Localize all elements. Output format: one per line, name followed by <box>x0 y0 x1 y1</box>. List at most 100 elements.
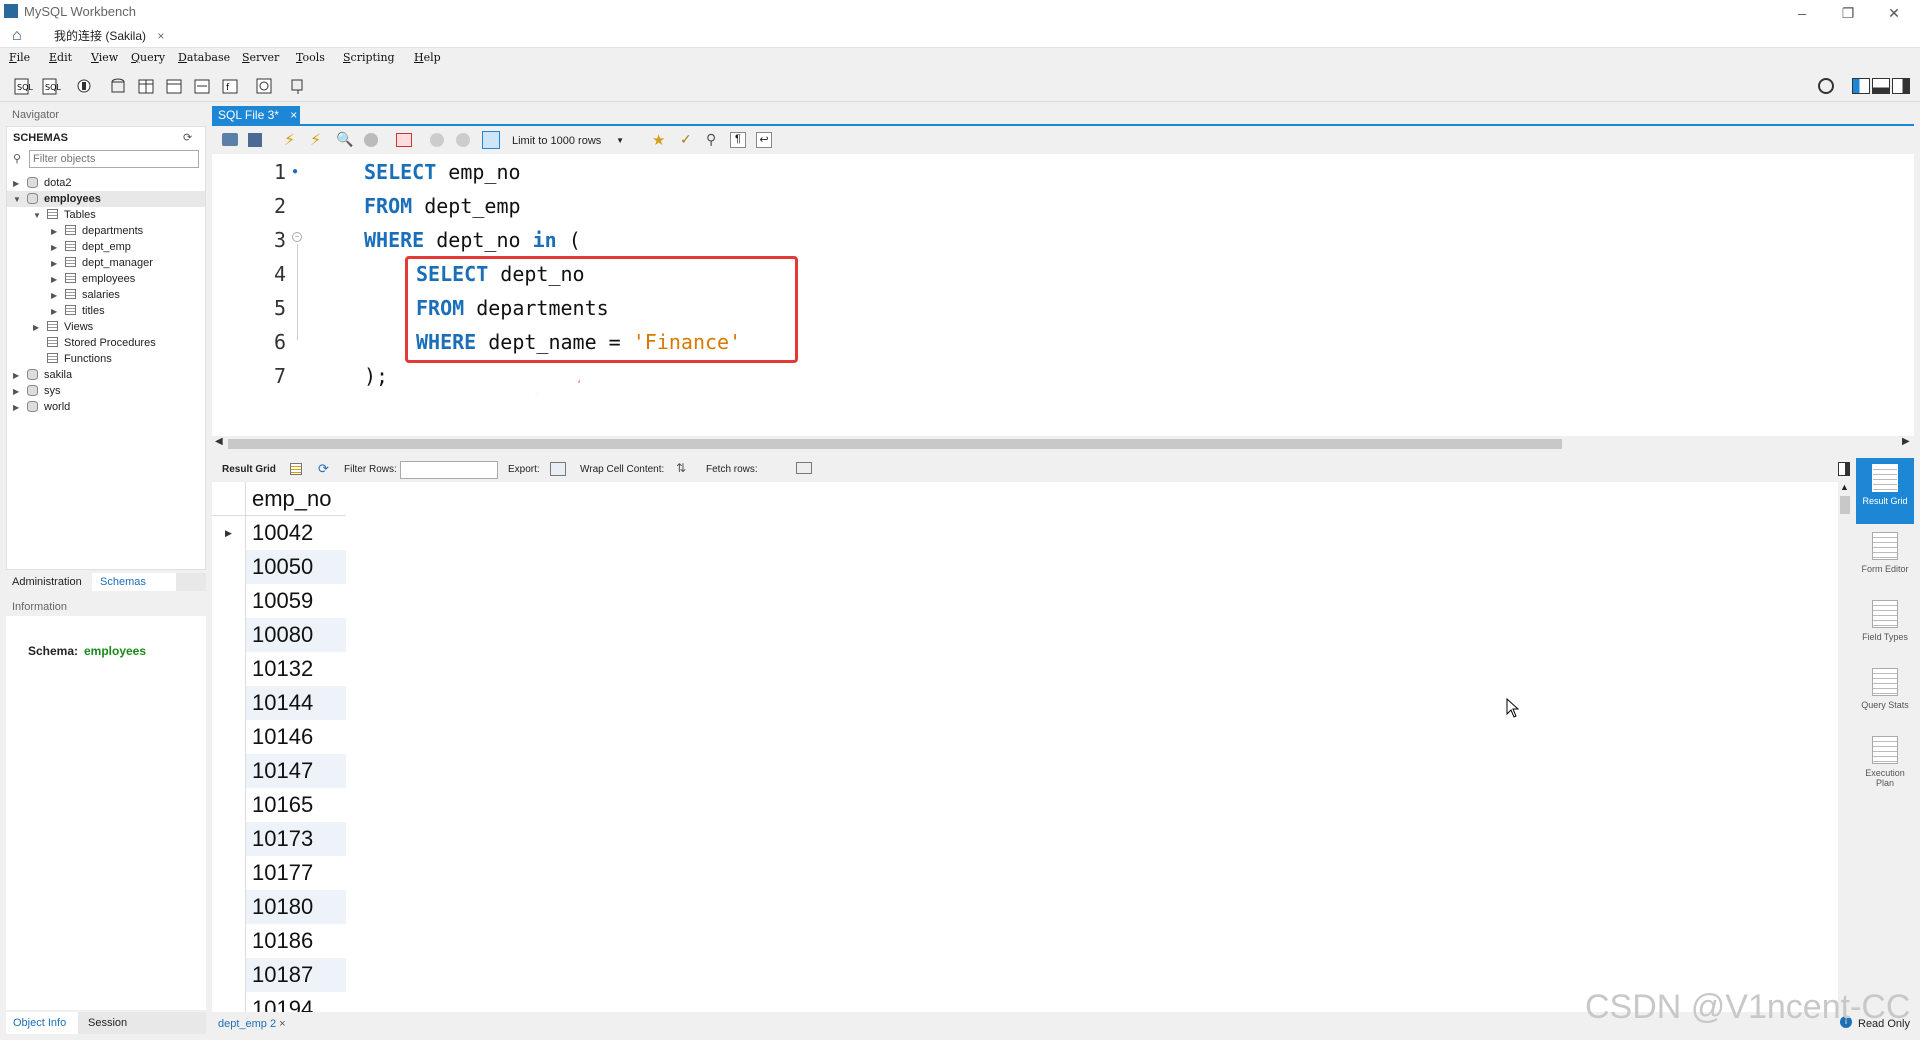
form-editor-button[interactable]: Form Editor <box>1856 526 1914 592</box>
execution-plan-button[interactable]: Execution Plan <box>1856 730 1914 796</box>
table-cell-emp-no[interactable]: 10147 <box>246 754 346 788</box>
row-header[interactable] <box>212 754 246 788</box>
menu-file[interactable]: File <box>9 51 30 64</box>
menu-query[interactable]: Query <box>131 51 165 64</box>
commit-icon[interactable] <box>430 133 444 147</box>
wrap-cell-icon[interactable]: ⇅ <box>676 461 686 475</box>
editor-horizontal-scrollbar[interactable]: ◀ ▶ <box>212 436 1914 452</box>
toggle-sidebar-icon[interactable] <box>1852 78 1870 94</box>
export-icon[interactable] <box>550 462 566 476</box>
menu-edit[interactable]: Edit <box>49 51 72 64</box>
result-vertical-scrollbar[interactable]: ▲ <box>1838 482 1852 1012</box>
stop-icon[interactable] <box>364 133 378 147</box>
expand-icon[interactable]: ▶ <box>51 304 61 320</box>
autocommit-toggle-icon[interactable] <box>482 131 500 149</box>
tree-schema-employees[interactable]: ▼ employees <box>7 191 205 207</box>
create-procedure-icon[interactable] <box>192 76 214 96</box>
tree-table-employees[interactable]: ▶ employees <box>7 271 205 287</box>
open-folder-icon[interactable] <box>222 133 238 146</box>
tree-schema-sakila[interactable]: ▶ sakila <box>7 367 205 383</box>
refresh-icon[interactable]: ⟳ <box>318 461 329 477</box>
scroll-thumb[interactable] <box>228 439 1562 449</box>
tree-folder-functions[interactable]: Functions <box>7 351 205 367</box>
tree-schema-dota2[interactable]: ▶ dota2 <box>7 175 205 191</box>
table-cell-emp-no[interactable]: 10144 <box>246 686 346 720</box>
table-cell-emp-no[interactable]: 10194 <box>246 992 346 1012</box>
row-header[interactable] <box>212 992 246 1012</box>
close-tab-icon[interactable]: × <box>290 108 297 122</box>
row-header[interactable] <box>212 788 246 822</box>
row-header[interactable]: ▶ <box>212 516 246 550</box>
row-header[interactable] <box>212 958 246 992</box>
tab-administration[interactable]: Administration <box>6 573 92 591</box>
row-header[interactable] <box>212 618 246 652</box>
row-header[interactable] <box>212 720 246 754</box>
field-types-button[interactable]: Field Types <box>1856 594 1914 660</box>
connection-tab[interactable]: 我的连接 (Sakila) × <box>44 26 174 46</box>
table-cell-emp-no[interactable]: 10042 <box>246 516 346 550</box>
tree-folder-stored-procedures[interactable]: Stored Procedures <box>7 335 205 351</box>
table-cell-emp-no[interactable]: 10059 <box>246 584 346 618</box>
inspector-icon[interactable] <box>74 76 96 96</box>
find-icon[interactable]: ⚲ <box>706 131 716 148</box>
tree-table-dept-manager[interactable]: ▶ dept_manager <box>7 255 205 271</box>
result-grid-button[interactable]: Result Grid <box>1856 458 1914 524</box>
menu-database[interactable]: Database <box>178 51 230 64</box>
close-tab-icon[interactable]: × <box>157 29 164 43</box>
row-header[interactable] <box>212 822 246 856</box>
filter-objects-input[interactable] <box>29 150 199 168</box>
execute-current-icon[interactable]: ⚡ <box>310 130 321 150</box>
tree-schema-world[interactable]: ▶ world <box>7 399 205 415</box>
menu-help[interactable]: Help <box>414 51 441 64</box>
table-cell-emp-no[interactable]: 10177 <box>246 856 346 890</box>
create-table-icon[interactable] <box>136 76 158 96</box>
execute-icon[interactable]: ⚡ <box>284 130 295 150</box>
close-tab-icon[interactable]: × <box>279 1018 285 1030</box>
fetch-rows-icon[interactable] <box>796 462 812 474</box>
row-header[interactable] <box>212 584 246 618</box>
create-function-icon[interactable]: f <box>220 76 242 96</box>
table-cell-emp-no[interactable]: 10186 <box>246 924 346 958</box>
toggle-output-icon[interactable] <box>1872 78 1890 94</box>
tree-table-titles[interactable]: ▶ titles <box>7 303 205 319</box>
expand-icon[interactable]: ▶ <box>13 368 23 384</box>
tree-folder-tables[interactable]: ▼ Tables <box>7 207 205 223</box>
new-sql-tab-icon[interactable]: SQL <box>12 76 34 96</box>
menu-scripting[interactable]: Scripting <box>343 51 395 64</box>
restore-icon[interactable]: ❐ <box>1826 2 1870 24</box>
result-grid[interactable]: emp_no ▶ 10042 10050 10059 10080 10132 10144 10… <box>212 482 1838 1012</box>
tree-table-salaries[interactable]: ▶ salaries <box>7 287 205 303</box>
table-cell-emp-no[interactable]: 10165 <box>246 788 346 822</box>
menu-server[interactable]: Server <box>242 51 279 64</box>
row-header[interactable] <box>212 686 246 720</box>
collapse-icon[interactable]: ▼ <box>13 192 23 208</box>
row-header[interactable] <box>212 924 246 958</box>
query-stats-button[interactable]: Query Stats <box>1856 662 1914 728</box>
toggle-result-panel-icon[interactable] <box>1838 462 1850 476</box>
tab-session[interactable]: Session <box>80 1012 150 1034</box>
scroll-left-icon[interactable]: ◀ <box>215 436 223 447</box>
home-icon[interactable]: ⌂ <box>12 27 22 45</box>
refresh-schemas-icon[interactable]: ⟳ <box>183 131 192 144</box>
expand-icon[interactable]: ▶ <box>51 272 61 288</box>
invisible-chars-icon[interactable]: ¶ <box>730 132 746 148</box>
tree-schema-sys[interactable]: ▶ sys <box>7 383 205 399</box>
create-schema-icon[interactable] <box>108 76 130 96</box>
expand-icon[interactable]: ▶ <box>33 320 43 336</box>
limit-rows-select[interactable]: Limit to 1000 rows ▼ <box>512 131 630 151</box>
table-cell-emp-no[interactable]: 10080 <box>246 618 346 652</box>
grid-icon[interactable] <box>290 463 302 475</box>
expand-icon[interactable]: ▶ <box>51 240 61 256</box>
filter-rows-input[interactable] <box>400 461 498 479</box>
close-icon[interactable]: ✕ <box>1872 2 1916 24</box>
expand-icon[interactable]: ▶ <box>51 288 61 304</box>
settings-gear-icon[interactable] <box>1818 78 1834 94</box>
row-header[interactable] <box>212 890 246 924</box>
table-cell-emp-no[interactable]: 10173 <box>246 822 346 856</box>
minimize-icon[interactable]: – <box>1780 2 1824 24</box>
table-cell-emp-no[interactable]: 10180 <box>246 890 346 924</box>
row-header[interactable] <box>212 550 246 584</box>
result-tab[interactable]: dept_emp 2 × <box>218 1018 286 1030</box>
search-table-data-icon[interactable] <box>254 76 276 96</box>
rollback-icon[interactable] <box>456 133 470 147</box>
